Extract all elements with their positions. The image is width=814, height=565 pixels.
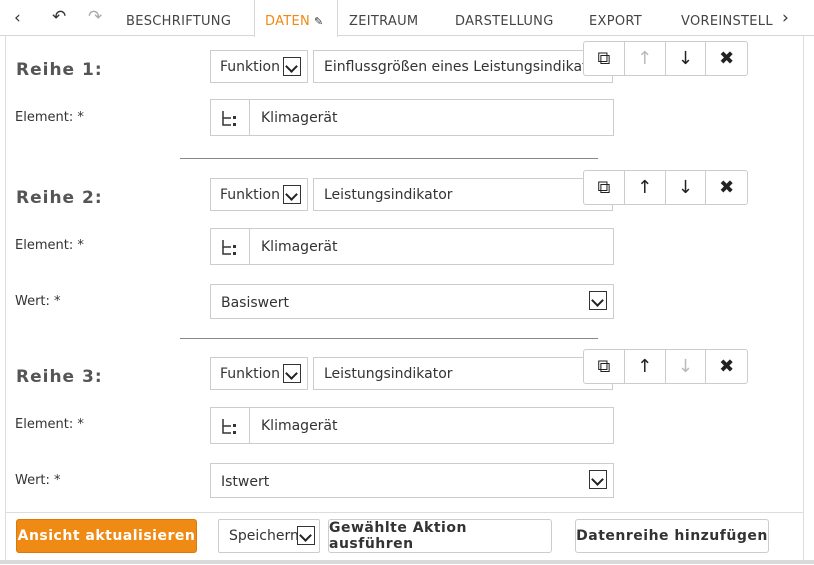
row-1-element-value: Klimagerät [261,110,338,126]
chevron-down-icon [589,470,607,489]
save-action-select[interactable]: Speichern [218,519,320,553]
row-2-element-value: Klimagerät [261,239,338,255]
tab-export[interactable]: EXPORT [589,14,642,29]
tab-beschriftung[interactable]: BESCHRIFTUNG [126,14,231,29]
close-icon: ✖ [719,356,735,377]
row-1-function-value[interactable]: Einflussgrößen eines Leistungsindikators [313,50,613,83]
copy-icon: ⧉ [597,177,611,198]
scroll-right-icon[interactable]: › [782,8,789,28]
row-3-element-value: Klimagerät [261,418,338,434]
row-separator [180,338,598,339]
row-3-move-up-button[interactable]: ↑ [625,350,666,383]
row-3-copy-button[interactable]: ⧉ [584,350,625,383]
row-2-wert-value: Basiswert [221,295,289,311]
undo-icon[interactable]: ↶ [52,7,66,27]
refresh-view-button[interactable]: Ansicht aktualisieren [16,519,197,553]
row-3-function-select[interactable]: Funktion [210,357,308,390]
arrow-up-icon: ↑ [637,48,653,69]
row-1-actions: ⧉ ↑ ↓ ✖ [583,41,748,76]
tab-voreinstellungen[interactable]: VOREINSTELL [681,14,773,29]
chevron-down-icon [297,526,315,545]
row-3-wert-value: Istwert [221,474,270,490]
tree-icon[interactable] [211,100,250,135]
add-series-button[interactable]: Datenreihe hinzufügen [575,519,769,553]
arrow-down-icon: ↓ [677,48,693,69]
row-2-element-label: Element: * [15,238,84,253]
arrow-up-icon: ↑ [637,177,653,198]
chevron-down-icon [283,57,301,76]
tree-icon[interactable] [211,408,250,443]
row-1-function-label: Funktion [220,59,280,75]
row-2-element-field[interactable]: Klimagerät [210,228,614,265]
tab-daten[interactable]: DATEN ✎ [265,14,324,29]
row-2-title: Reihe 2: [16,188,103,208]
chevron-down-icon [283,185,301,204]
scroll-left-icon[interactable]: ‹ [14,8,21,28]
chevron-down-icon [589,291,607,310]
row-1-delete-button[interactable]: ✖ [706,42,747,75]
row-3-element-label: Element: * [15,417,84,432]
arrow-down-icon: ↓ [677,356,693,377]
row-3-delete-button[interactable]: ✖ [706,350,747,383]
row-1-title: Reihe 1: [16,60,103,80]
row-2-function-select[interactable]: Funktion [210,178,308,211]
row-2-function-value[interactable]: Leistungsindikator [313,178,613,211]
execute-action-button[interactable]: Gewählte Aktion ausführen [328,519,552,553]
row-1-copy-button[interactable]: ⧉ [584,42,625,75]
row-2-function-label: Funktion [220,187,280,203]
row-3-element-field[interactable]: Klimagerät [210,407,614,444]
row-separator [180,158,598,159]
row-3-actions: ⧉ ↑ ↓ ✖ [583,349,748,384]
row-1-move-down-button[interactable]: ↓ [666,42,707,75]
arrow-down-icon: ↓ [677,177,693,198]
row-3-function-label: Funktion [220,366,280,382]
arrow-up-icon: ↑ [637,356,653,377]
row-2-delete-button[interactable]: ✖ [706,171,747,204]
row-2-actions: ⧉ ↑ ↓ ✖ [583,170,748,205]
tab-zeitraum[interactable]: ZEITRAUM [349,14,418,29]
pencil-icon: ✎ [314,15,324,28]
save-action-value: Speichern [229,528,299,544]
row-3-function-value[interactable]: Leistungsindikator [313,357,613,390]
row-2-move-down-button[interactable]: ↓ [666,171,707,204]
row-3-move-down-button[interactable]: ↓ [666,350,707,383]
tab-darstellung[interactable]: DARSTELLUNG [455,14,554,29]
tab-daten-label: DATEN [265,14,311,29]
chevron-down-icon [283,364,301,383]
close-icon: ✖ [719,177,735,198]
tab-bar: ‹ ↶ ↷ BESCHRIFTUNG DATEN ✎ ZEITRAUM DARST… [0,0,814,37]
row-1-element-label: Element: * [15,110,84,125]
row-3-wert-select[interactable]: Istwert [210,463,614,498]
row-2-wert-label: Wert: * [15,294,61,309]
row-2-copy-button[interactable]: ⧉ [584,171,625,204]
tree-icon[interactable] [211,229,250,264]
row-1-move-up-button[interactable]: ↑ [625,42,666,75]
row-3-title: Reihe 3: [16,367,103,387]
close-icon: ✖ [719,48,735,69]
row-1-element-field[interactable]: Klimagerät [210,99,614,136]
row-2-wert-select[interactable]: Basiswert [210,284,614,319]
bottom-divider [0,560,814,564]
copy-icon: ⧉ [597,48,611,69]
copy-icon: ⧉ [597,356,611,377]
row-1-function-select[interactable]: Funktion [210,50,308,83]
row-2-move-up-button[interactable]: ↑ [625,171,666,204]
redo-icon[interactable]: ↷ [88,7,102,27]
row-3-wert-label: Wert: * [15,473,61,488]
